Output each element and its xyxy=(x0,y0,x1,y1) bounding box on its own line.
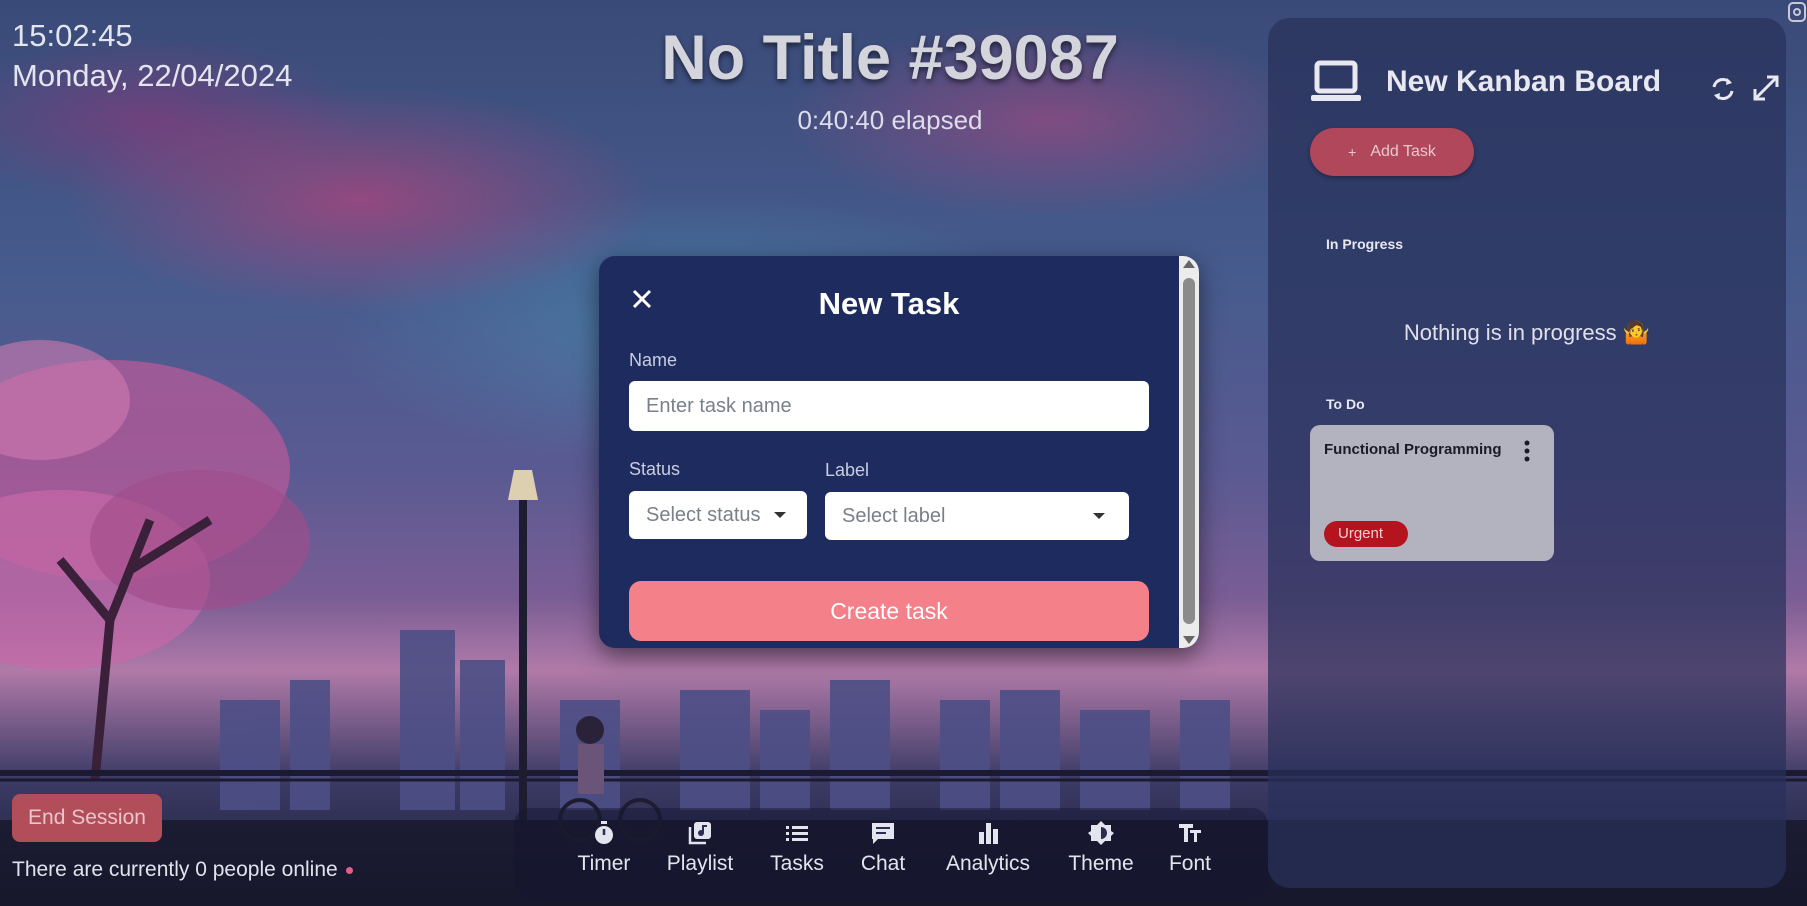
font-icon xyxy=(1179,824,1201,842)
toolbar-label: Theme xyxy=(1068,852,1134,875)
label-label: Label xyxy=(825,460,870,480)
screenshot-icon[interactable] xyxy=(1786,0,1807,24)
scroll-down-arrow-icon[interactable] xyxy=(1183,636,1195,644)
toolbar-label: Analytics xyxy=(945,852,1031,875)
label-select[interactable]: Select label xyxy=(825,492,1129,540)
label-placeholder: Select label xyxy=(842,504,946,527)
online-text: There are currently 0 people online xyxy=(12,858,338,881)
list-icon xyxy=(786,826,808,841)
laptop-icon xyxy=(1311,60,1361,101)
clock-time: 15:02:45 xyxy=(12,18,133,53)
more-vertical-icon[interactable] xyxy=(1522,439,1532,463)
task-name-input[interactable]: Enter task name xyxy=(629,381,1149,431)
modal-scrollbar[interactable] xyxy=(1179,256,1199,648)
kanban-title: New Kanban Board xyxy=(1386,65,1662,98)
task-card-title: Functional Programming xyxy=(1324,441,1502,458)
scrollbar-thumb[interactable] xyxy=(1183,278,1195,624)
kanban-panel: New Kanban Board + Add Task In Progress … xyxy=(1268,18,1786,888)
toolbar-timer[interactable]: Timer xyxy=(563,820,645,876)
toolbar-playlist[interactable]: Playlist xyxy=(650,820,750,876)
toolbar-font[interactable]: Font xyxy=(1163,820,1217,876)
new-task-modal: New Task Name Enter task name Status Sel… xyxy=(599,256,1199,648)
status-placeholder: Select status xyxy=(646,503,761,526)
status-label: Status xyxy=(629,459,681,479)
toolbar-analytics[interactable]: Analytics xyxy=(938,820,1038,876)
name-label: Name xyxy=(629,350,678,370)
expand-icon[interactable] xyxy=(1751,73,1781,103)
bar-chart-icon xyxy=(979,823,998,844)
playlist-icon xyxy=(688,822,711,845)
toolbar-label: Playlist xyxy=(666,852,734,875)
toolbar-tasks[interactable]: Tasks xyxy=(757,820,837,876)
create-task-button[interactable]: Create task xyxy=(629,581,1149,641)
end-session-button[interactable]: End Session xyxy=(12,794,162,842)
section-in-progress: In Progress xyxy=(1326,236,1404,252)
kanban-header: New Kanban Board xyxy=(1310,60,1661,104)
chevron-down-icon xyxy=(1093,513,1105,519)
online-status: There are currently 0 people online xyxy=(12,858,353,882)
stopwatch-icon xyxy=(595,821,613,844)
task-card[interactable]: Functional Programming Urgent xyxy=(1310,425,1554,561)
add-task-label: Add Task xyxy=(1370,143,1436,160)
session-elapsed: 0:40:40 elapsed xyxy=(797,105,983,135)
plus-icon: + xyxy=(1348,144,1357,160)
chevron-down-icon xyxy=(774,512,786,518)
toolbar-label: Chat xyxy=(860,852,906,875)
toolbar-label: Font xyxy=(1168,852,1212,875)
section-to-do: To Do xyxy=(1326,396,1365,412)
clock-date: Monday, 22/04/2024 xyxy=(12,58,293,93)
bottom-toolbar: Timer Playlist Tasks Chat Analytics Them… xyxy=(514,808,1268,898)
refresh-icon[interactable] xyxy=(1708,74,1738,104)
online-dot-icon xyxy=(345,866,353,874)
toolbar-theme[interactable]: Theme xyxy=(1064,820,1138,876)
urgent-badge: Urgent xyxy=(1324,521,1408,547)
toolbar-chat[interactable]: Chat xyxy=(849,820,917,876)
toolbar-label: Timer xyxy=(577,852,631,875)
scroll-up-arrow-icon[interactable] xyxy=(1183,260,1195,268)
toolbar-label: Tasks xyxy=(770,852,824,875)
chat-icon xyxy=(872,823,894,844)
add-task-button[interactable]: + Add Task xyxy=(1310,128,1474,176)
modal-title: New Task xyxy=(818,286,960,321)
status-select[interactable]: Select status xyxy=(629,491,807,539)
session-title[interactable]: No Title #39087 xyxy=(560,22,1220,94)
theme-icon xyxy=(1088,821,1114,845)
task-name-placeholder: Enter task name xyxy=(646,394,792,417)
in-progress-empty-message: Nothing is in progress 🤷 xyxy=(1403,320,1651,345)
